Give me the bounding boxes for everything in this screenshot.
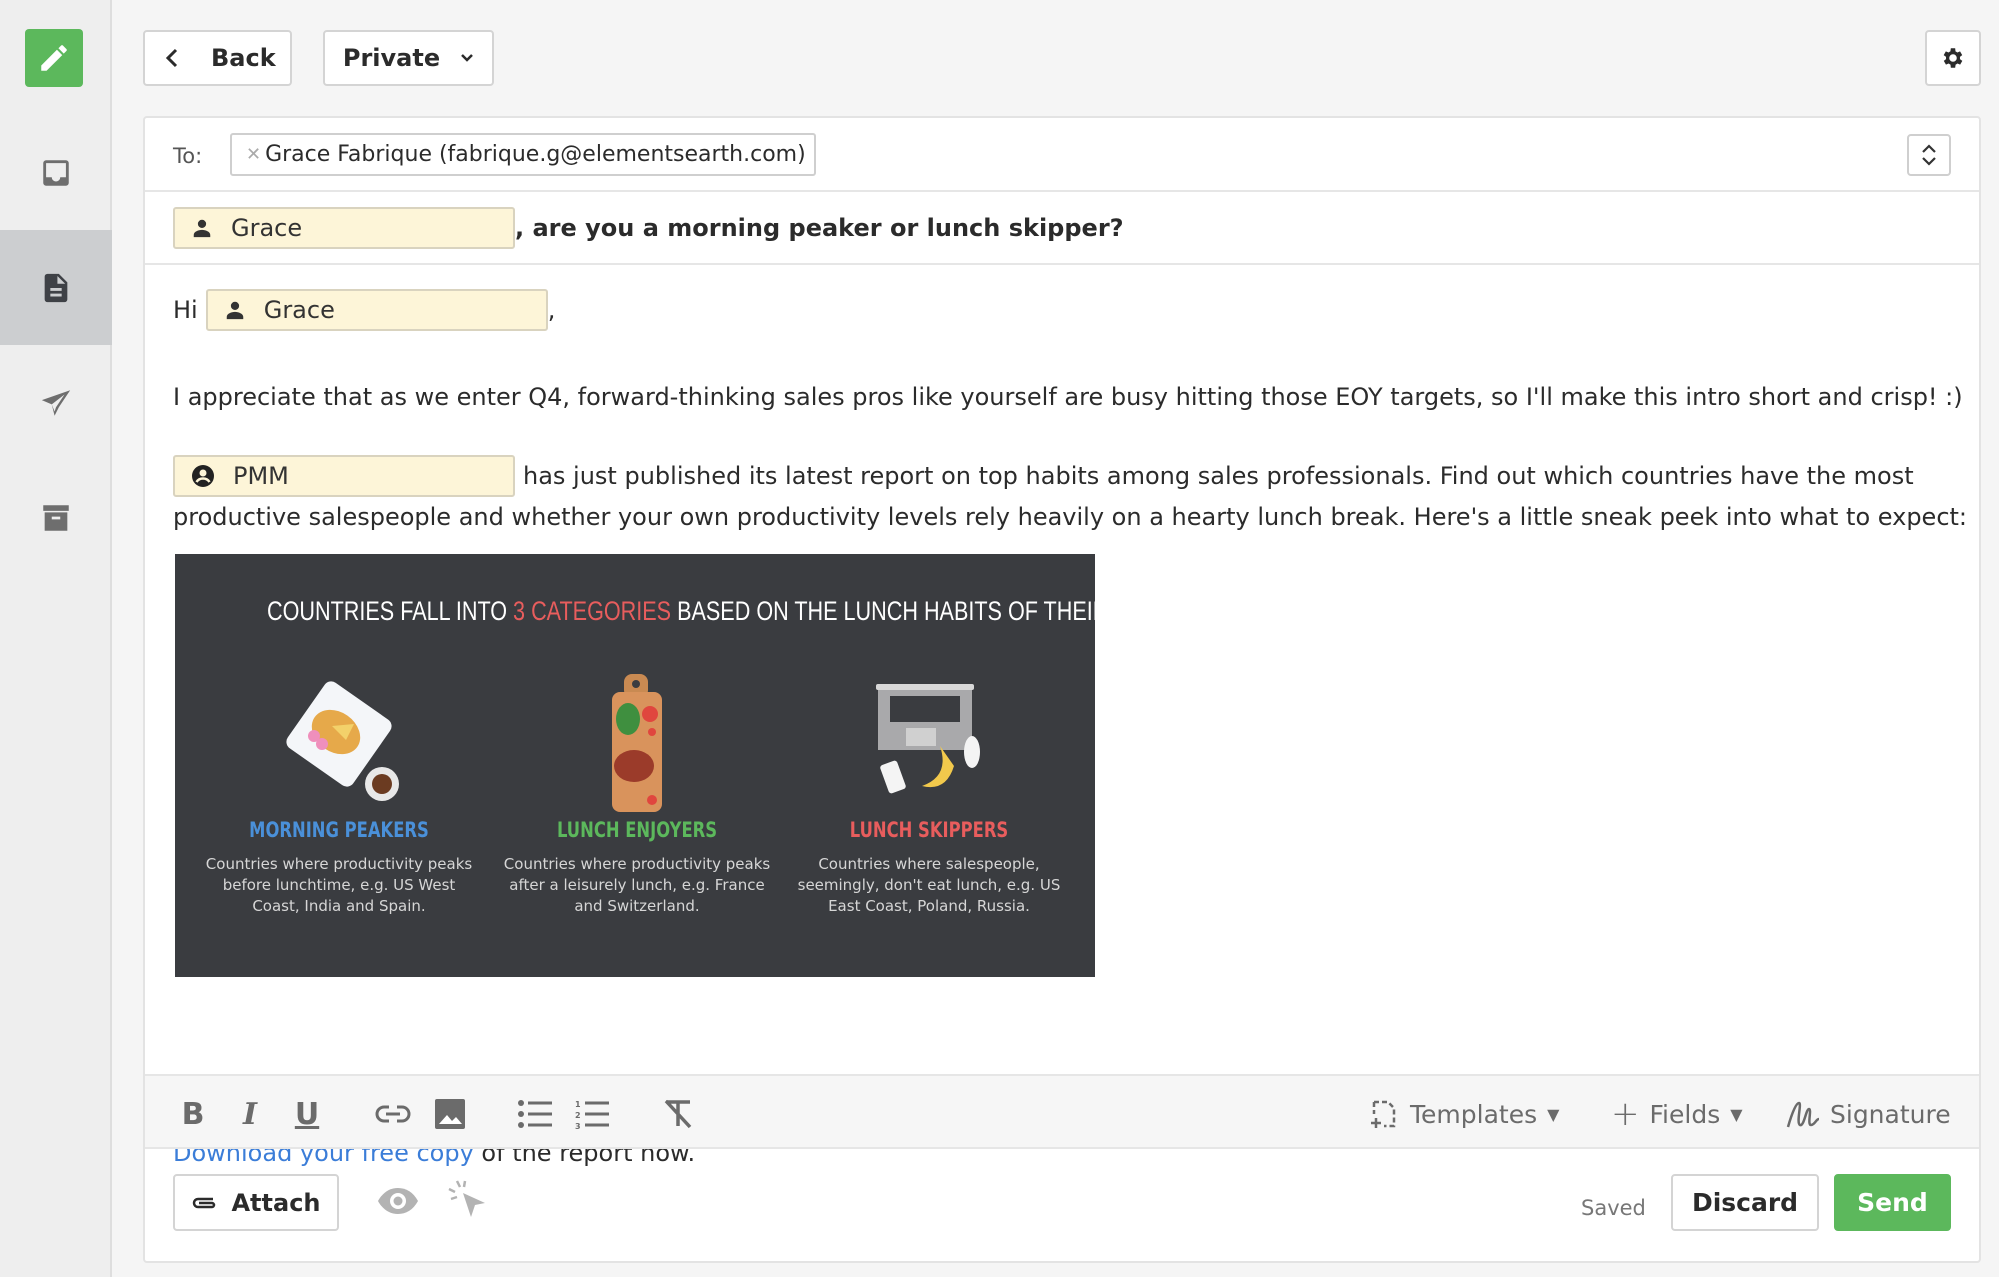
sidebar-item-drafts[interactable] xyxy=(0,230,112,345)
image-icon xyxy=(435,1099,465,1129)
category-lunch-enjoyers: LUNCH ENJOYERS Countries where productiv… xyxy=(497,674,777,917)
chevron-down-icon xyxy=(461,54,474,62)
numbered-list-button[interactable]: 1 2 3 xyxy=(572,1094,612,1134)
sidebar-item-archive[interactable] xyxy=(0,460,112,575)
sidebar xyxy=(0,0,112,1277)
greeting-line: Hi Grace , xyxy=(173,289,555,331)
plus-icon: + xyxy=(1611,1094,1640,1134)
category-title: MORNING PEAKERS xyxy=(249,818,429,842)
chevron-left-icon xyxy=(165,48,178,68)
bullet-list-icon xyxy=(518,1100,552,1128)
svg-text:2: 2 xyxy=(575,1111,581,1120)
person-icon xyxy=(226,301,243,320)
archive-icon xyxy=(43,504,69,531)
signature-button[interactable]: Signature xyxy=(1786,1094,1951,1134)
preview-button[interactable] xyxy=(377,1187,419,1219)
templates-dropdown[interactable]: Templates ▼ xyxy=(1370,1094,1559,1134)
attach-button[interactable]: Attach xyxy=(173,1174,339,1231)
back-label: Back xyxy=(211,44,276,72)
caret-down-icon: ▼ xyxy=(1730,1104,1743,1124)
italic-button[interactable]: I xyxy=(230,1094,270,1134)
svg-text:3: 3 xyxy=(575,1122,581,1129)
clear-format-button[interactable] xyxy=(658,1094,698,1134)
paragraph-intro: I appreciate that as we enter Q4, forwar… xyxy=(173,383,1963,411)
category-morning-peakers: MORNING PEAKERS Countries where producti… xyxy=(199,674,479,917)
formatting-toolbar: B I U 1 2 3 Templates ▼ + Fields ▼ Signatu… xyxy=(145,1074,1979,1149)
template-icon xyxy=(1371,1100,1396,1128)
category-lunch-skippers: LUNCH SKIPPERS Countries where salespeop… xyxy=(789,674,1069,917)
link-icon xyxy=(375,1105,411,1123)
paperclip-icon xyxy=(193,1197,216,1208)
click-tracking-icon xyxy=(448,1180,485,1217)
laptop-desk-icon xyxy=(876,684,980,794)
category-title: LUNCH SKIPPERS xyxy=(849,818,1009,842)
paragraph-report-line2: productive salespeople and whether your … xyxy=(173,503,1968,531)
company-merge-field[interactable]: PMM xyxy=(173,455,515,497)
category-description: Countries where productivity peaks after… xyxy=(503,855,771,915)
link-button[interactable] xyxy=(373,1094,413,1134)
send-button[interactable]: Send xyxy=(1834,1174,1951,1231)
paper-plane-icon xyxy=(41,389,71,416)
greeting-merge-field[interactable]: Grace xyxy=(205,289,548,331)
visibility-label: Private xyxy=(342,44,441,72)
category-title: LUNCH ENJOYERS xyxy=(556,818,718,842)
visibility-dropdown[interactable]: Private xyxy=(323,30,494,86)
account-circle-icon xyxy=(192,465,214,487)
recipient-text: Grace Fabrique (fabrique.g@elementsearth… xyxy=(265,142,806,167)
remove-recipient-icon[interactable]: ✕ xyxy=(246,144,261,165)
fields-dropdown[interactable]: + Fields ▼ xyxy=(1611,1094,1743,1134)
category-description: Countries where salespeople, seemingly, … xyxy=(797,855,1061,915)
sidebar-item-inbox[interactable] xyxy=(0,115,112,230)
signature-icon xyxy=(1786,1101,1820,1128)
clear-format-icon xyxy=(664,1099,692,1129)
category-description: Countries where productivity peaks befor… xyxy=(205,855,473,915)
person-icon xyxy=(193,219,211,238)
infographic-image[interactable]: COUNTRIES FALL INTO 3 CATEGORIES BASED O… xyxy=(175,554,1271,977)
compose-footer: Attach Saved Discard Send xyxy=(145,1149,1979,1263)
compose-button[interactable] xyxy=(25,29,83,87)
gear-icon xyxy=(1943,48,1963,68)
sidebar-item-sent[interactable] xyxy=(0,345,112,460)
back-button[interactable]: Back xyxy=(143,30,292,86)
recipient-chip[interactable]: ✕ Grace Fabrique (fabrique.g@elementsear… xyxy=(230,133,816,176)
breakfast-plate-icon xyxy=(286,681,399,801)
svg-text:1: 1 xyxy=(575,1100,581,1109)
expand-recipients-button[interactable] xyxy=(1907,134,1951,176)
underline-button[interactable]: U xyxy=(287,1094,327,1134)
bullet-list-button[interactable] xyxy=(515,1094,555,1134)
subject-merge-field[interactable]: Grace xyxy=(173,207,515,249)
infographic-title: COUNTRIES FALL INTO 3 CATEGORIES BASED O… xyxy=(267,596,1271,626)
subject-text: , are you a morning peaker or lunch skip… xyxy=(515,214,1124,242)
to-label: To: xyxy=(173,144,203,168)
image-button[interactable] xyxy=(430,1094,470,1134)
eye-icon xyxy=(378,1188,418,1214)
settings-button[interactable] xyxy=(1925,30,1981,86)
document-icon xyxy=(44,273,68,302)
pencil-icon xyxy=(41,45,67,71)
compose-card: To: ✕ Grace Fabrique (fabrique.g@element… xyxy=(143,116,1981,1263)
bold-button[interactable]: B xyxy=(173,1094,213,1134)
numbered-list-icon: 1 2 3 xyxy=(575,1100,609,1129)
cutting-board-icon xyxy=(612,674,662,812)
subject-row[interactable]: Grace , are you a morning peaker or lunc… xyxy=(145,192,1979,265)
paragraph-report-line1: PMM has just published its latest report… xyxy=(173,455,1914,497)
discard-button[interactable]: Discard xyxy=(1671,1174,1819,1231)
tracking-button[interactable] xyxy=(447,1179,489,1225)
saved-status: Saved xyxy=(1581,1196,1646,1220)
unfold-icon xyxy=(1922,144,1936,166)
caret-down-icon: ▼ xyxy=(1547,1104,1560,1124)
recipient-row: To: ✕ Grace Fabrique (fabrique.g@element… xyxy=(145,118,1979,192)
inbox-icon xyxy=(43,159,69,186)
